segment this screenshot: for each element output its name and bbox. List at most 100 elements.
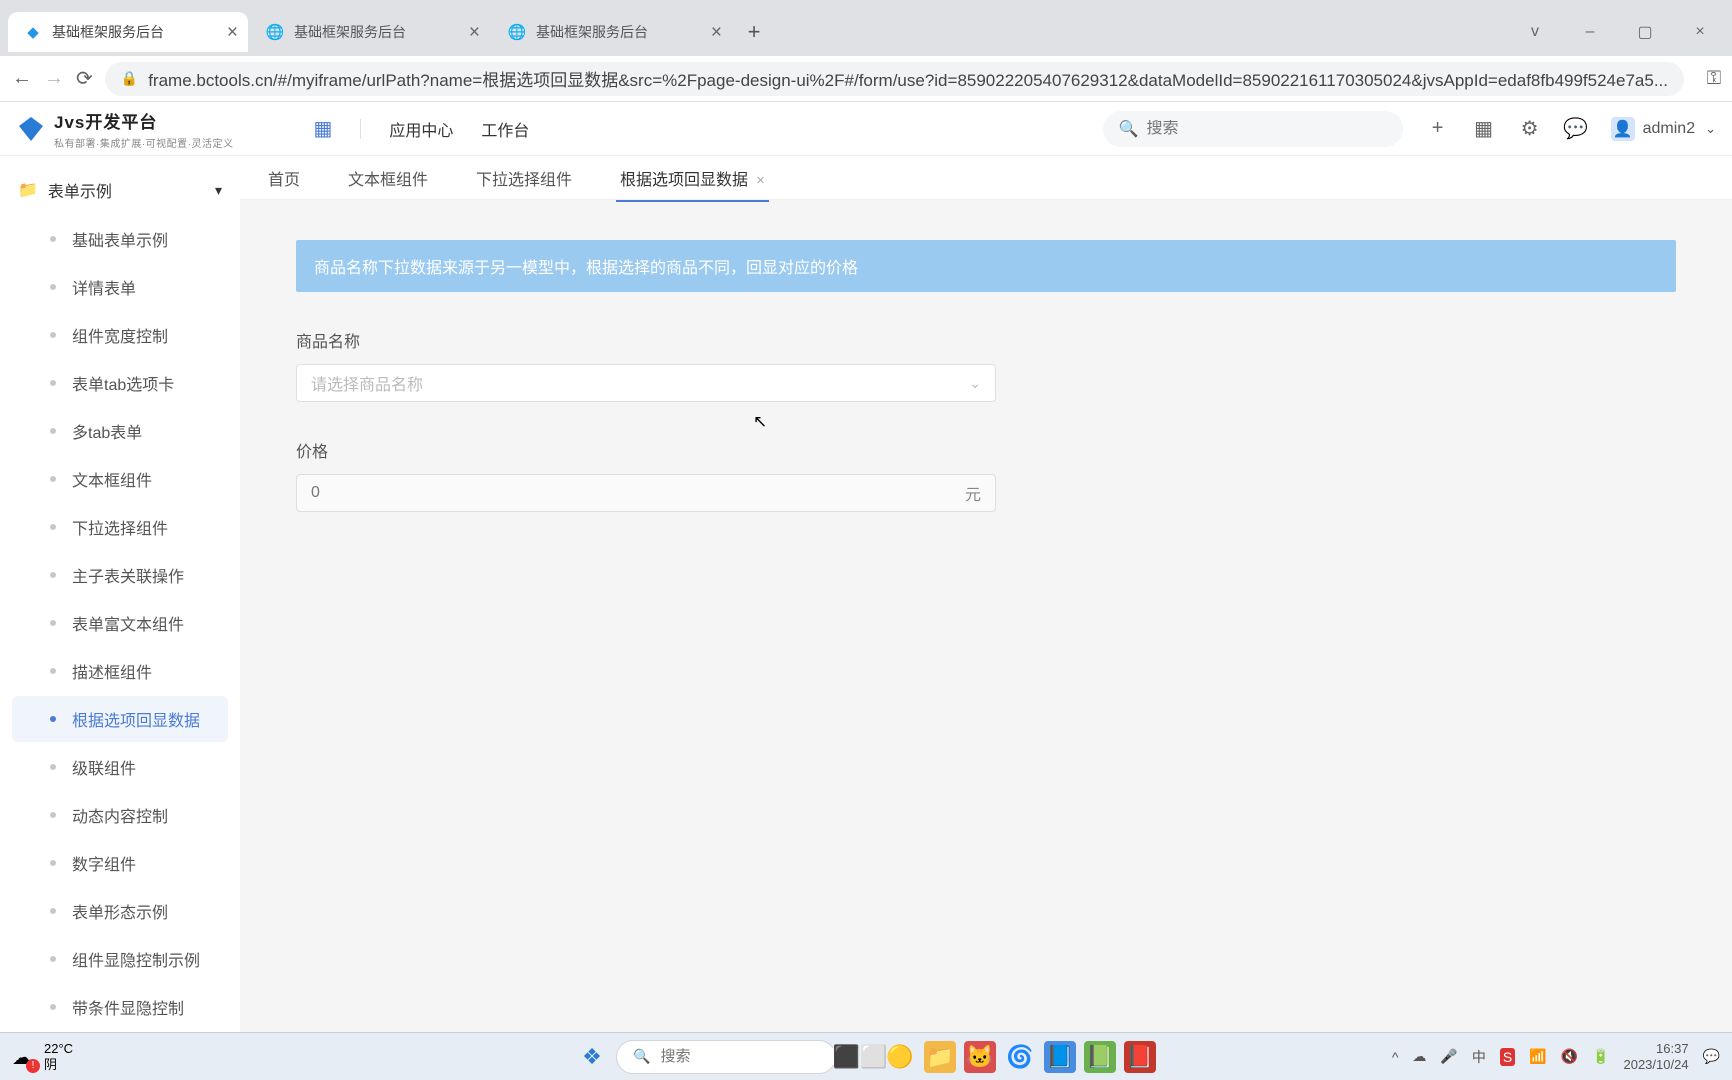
taskbar-search-input[interactable]	[660, 1048, 859, 1065]
new-tab-button[interactable]: +	[734, 12, 774, 52]
system-tray[interactable]: ^ ☁ 🎤 中 S 📶 🔇 🔋 16:37 2023/10/24 💬	[1392, 1041, 1720, 1072]
sidebar-group[interactable]: 📁 表单示例 ▾	[0, 166, 240, 214]
apps-icon[interactable]: ▦	[314, 116, 333, 141]
close-icon[interactable]: ×	[711, 23, 722, 42]
grid-icon[interactable]: ▦	[1473, 118, 1495, 140]
chevron-down-icon[interactable]: v	[1509, 14, 1561, 50]
sidebar-item[interactable]: 组件显隐控制示例	[12, 936, 228, 982]
minimize-icon[interactable]: –	[1564, 14, 1616, 50]
separator	[360, 119, 361, 139]
app-icon[interactable]: 📘	[1044, 1041, 1076, 1073]
close-icon[interactable]: ×	[227, 23, 238, 42]
field-price-label: 价格	[296, 438, 1676, 462]
field-name-label: 商品名称	[296, 328, 1676, 352]
content-tabs: 首页 文本框组件下拉选择组件根据选项回显数据×	[240, 156, 1732, 200]
sidebar-item-label: 表单形态示例	[72, 899, 168, 923]
chevron-down-icon: ⌄	[969, 375, 981, 392]
edge-icon[interactable]: 🌀	[1004, 1041, 1036, 1073]
content-tab[interactable]: 首页	[264, 156, 304, 200]
onedrive-icon[interactable]: ☁	[1412, 1048, 1426, 1065]
content-tab[interactable]: 下拉选择组件	[472, 156, 576, 200]
sidebar-item[interactable]: 文本框组件	[12, 456, 228, 502]
sidebar-item[interactable]: 多tab表单	[12, 408, 228, 454]
sidebar-item[interactable]: 表单形态示例	[12, 888, 228, 934]
volume-icon[interactable]: 🔇	[1561, 1048, 1578, 1065]
user-menu[interactable]: 👤 admin2 ⌄	[1611, 117, 1716, 141]
reload-icon[interactable]: ⟳	[76, 65, 93, 93]
global-search[interactable]: 🔍	[1103, 111, 1403, 147]
form: 商品名称下拉数据来源于另一模型中，根据选择的商品不同，回显对应的价格 商品名称 …	[240, 200, 1732, 1032]
app-icon[interactable]: 📕	[1124, 1041, 1156, 1073]
content-tab[interactable]: 根据选项回显数据×	[616, 156, 769, 200]
ime-icon[interactable]: 中	[1472, 1047, 1486, 1067]
mic-icon[interactable]: 🎤	[1440, 1048, 1457, 1065]
address-bar[interactable]: 🔒 frame.bctools.cn/#/myiframe/urlPath?na…	[105, 62, 1684, 96]
sidebar-item-label: 基础表单示例	[72, 227, 168, 251]
sidebar-item[interactable]: 数字组件	[12, 840, 228, 886]
sidebar-group-label: 表单示例	[48, 178, 112, 202]
sidebar-item[interactable]: 级联组件	[12, 744, 228, 790]
app-icon[interactable]: 📗	[1084, 1041, 1116, 1073]
favicon-icon: ◆	[24, 23, 42, 41]
sidebar-item-label: 文本框组件	[72, 467, 152, 491]
sidebar-item[interactable]: 表单富文本组件	[12, 600, 228, 646]
forward-icon[interactable]: →	[44, 65, 64, 93]
chrome-icon[interactable]: 🟡	[884, 1041, 916, 1073]
app-icon[interactable]: 🐱	[964, 1041, 996, 1073]
tab-title: 基础框架服务后台	[536, 22, 648, 42]
notifications-icon[interactable]: 💬	[1703, 1048, 1720, 1065]
weather-widget[interactable]: ☁! 22°C 阴	[12, 1041, 73, 1072]
search-input[interactable]	[1147, 120, 1387, 138]
sidebar-item[interactable]: 表单tab选项卡	[12, 360, 228, 406]
close-icon[interactable]: ×	[1674, 14, 1726, 50]
taskbar-search[interactable]: 🔍	[616, 1040, 836, 1074]
sidebar-item-label: 描述框组件	[72, 659, 152, 683]
close-icon[interactable]: ×	[469, 23, 480, 42]
chevron-up-icon[interactable]: ^	[1392, 1049, 1399, 1065]
wifi-icon[interactable]: 📶	[1529, 1048, 1546, 1065]
chat-icon[interactable]: 💬	[1565, 118, 1587, 140]
explorer-icon[interactable]: 📁	[924, 1041, 956, 1073]
sidebar-item[interactable]: 动态内容控制	[12, 792, 228, 838]
sidebar-item[interactable]: 带条件显隐控制	[12, 984, 228, 1030]
price-input-wrap: 元	[296, 474, 996, 512]
tab-title: 基础框架服务后台	[294, 22, 406, 42]
browser-chrome: ◆ 基础框架服务后台 × 🌐 基础框架服务后台 × 🌐 基础框架服务后台 × +…	[0, 0, 1732, 56]
nav-app-center[interactable]: 应用中心	[389, 117, 453, 141]
close-icon[interactable]: ×	[756, 172, 765, 189]
nav-workbench[interactable]: 工作台	[481, 117, 529, 141]
browser-tab[interactable]: 🌐 基础框架服务后台 ×	[492, 12, 732, 52]
taskview-icon[interactable]: ⬛⬜	[844, 1041, 876, 1073]
browser-tab[interactable]: ◆ 基础框架服务后台 ×	[8, 12, 248, 52]
globe-icon: 🌐	[266, 23, 284, 41]
sidebar-item[interactable]: 详情表单	[12, 264, 228, 310]
sidebar-item-label: 级联组件	[72, 755, 136, 779]
gear-icon[interactable]: ⚙	[1519, 118, 1541, 140]
back-icon[interactable]: ←	[12, 65, 32, 93]
sidebar-item-label: 数字组件	[72, 851, 136, 875]
sidebar-item[interactable]: 描述框组件	[12, 648, 228, 694]
sidebar-item[interactable]: 基础表单示例	[12, 216, 228, 262]
chevron-down-icon: ⌄	[1705, 121, 1716, 137]
weather-cond: 阴	[44, 1057, 73, 1073]
content-tab[interactable]: 文本框组件	[344, 156, 432, 200]
weather-icon: ☁!	[12, 1045, 36, 1069]
brand-logo[interactable]: Jvs开发平台 私有部署·集成扩展·可视配置·灵活定义	[16, 108, 234, 150]
sidebar-item[interactable]: 根据选项回显数据	[12, 696, 228, 742]
battery-icon[interactable]: 🔋	[1592, 1048, 1609, 1065]
content-tab-label: 首页	[268, 172, 300, 189]
start-icon[interactable]: ❖	[576, 1041, 608, 1073]
avatar-icon: 👤	[1611, 117, 1635, 141]
price-input[interactable]	[311, 484, 965, 502]
logo-icon	[16, 114, 46, 144]
maximize-icon[interactable]: ▢	[1619, 14, 1671, 50]
sidebar-item[interactable]: 组件宽度控制	[12, 312, 228, 358]
sidebar-item[interactable]: 主子表关联操作	[12, 552, 228, 598]
sidebar-item-label: 主子表关联操作	[72, 563, 184, 587]
browser-tab[interactable]: 🌐 基础框架服务后台 ×	[250, 12, 490, 52]
app-tray-icon[interactable]: S	[1500, 1048, 1515, 1066]
key-icon[interactable]: ⚿	[1704, 69, 1724, 89]
plus-icon[interactable]: +	[1427, 118, 1449, 140]
sidebar-item[interactable]: 下拉选择组件	[12, 504, 228, 550]
product-name-select[interactable]: 请选择商品名称 ⌄	[296, 364, 996, 402]
